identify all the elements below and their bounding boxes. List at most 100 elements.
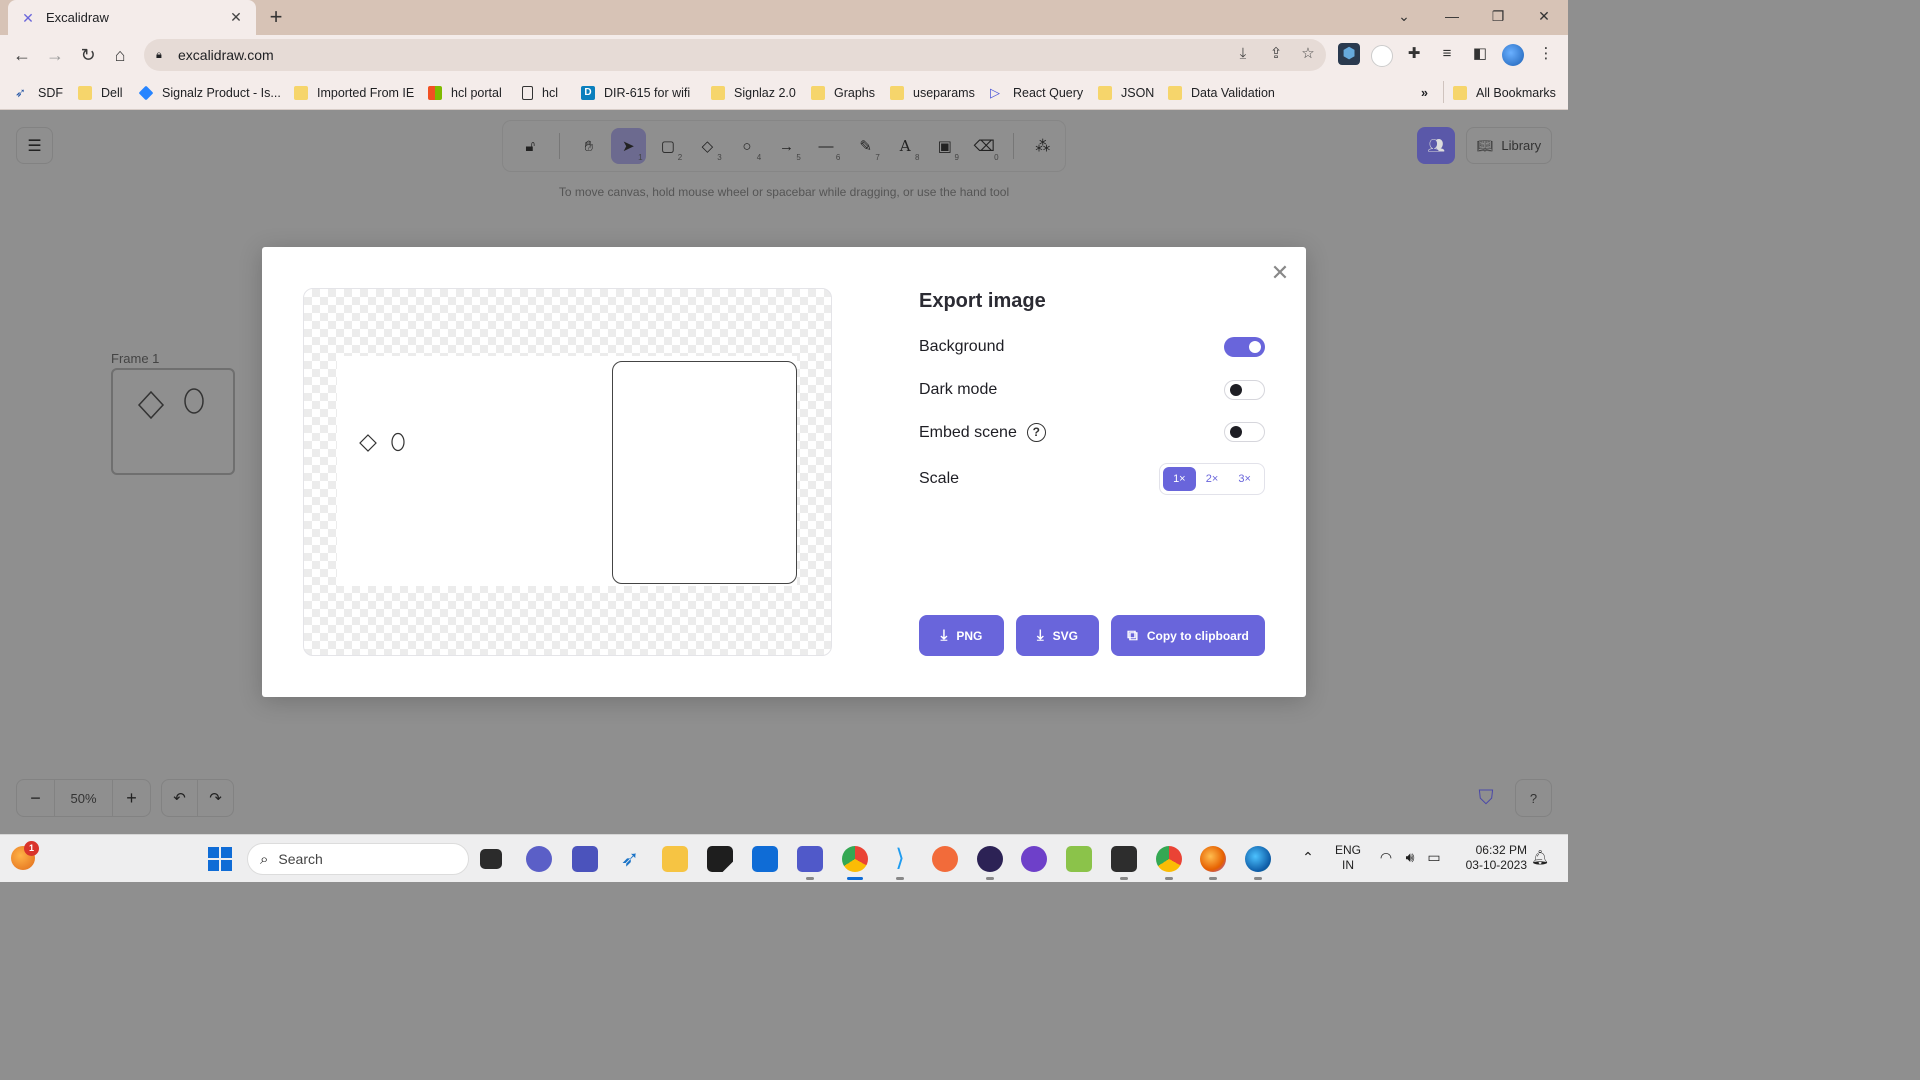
- profile-avatar[interactable]: [1502, 44, 1524, 66]
- tool-diamond[interactable]: ◇ 3: [690, 128, 725, 164]
- task-view-icon[interactable]: [480, 849, 502, 869]
- reload-button[interactable]: ↻: [77, 44, 99, 66]
- extensions-puzzle-icon[interactable]: ✚: [1403, 43, 1425, 65]
- bookmarks-overflow-button[interactable]: »: [1421, 84, 1428, 102]
- install-app-icon[interactable]: ⤓: [1232, 43, 1254, 65]
- embed-scene-toggle[interactable]: [1224, 422, 1265, 442]
- tool-selection[interactable]: ➤ 1: [611, 128, 646, 164]
- vscode-icon[interactable]: ⟩: [887, 846, 913, 880]
- background-toggle[interactable]: [1224, 337, 1265, 357]
- teams-icon[interactable]: [797, 846, 823, 880]
- clock[interactable]: 06:32 PM 03-10-2023: [1455, 843, 1527, 873]
- bookmark-imported-from-ie[interactable]: Imported From IE: [294, 84, 414, 102]
- volume-icon[interactable]: 🔊︎: [1401, 849, 1419, 866]
- show-hidden-icons-icon[interactable]: ⌃: [1299, 849, 1317, 866]
- back-button[interactable]: ←: [11, 44, 33, 66]
- bookmark-graphs[interactable]: Graphs: [811, 84, 875, 102]
- tool-rectangle[interactable]: ▢ 2: [651, 128, 686, 164]
- copy-to-clipboard-button[interactable]: ⧉ Copy to clipboard: [1111, 615, 1265, 656]
- export-svg-button[interactable]: ⤓ SVG: [1016, 615, 1099, 656]
- scale-1x-button[interactable]: 1×: [1163, 467, 1196, 491]
- minimize-button[interactable]: —: [1429, 0, 1475, 32]
- shield-icon[interactable]: ⛉: [1474, 786, 1498, 810]
- reading-list-icon[interactable]: ≡: [1436, 43, 1458, 65]
- collaborate-button[interactable]: 👥︎: [1417, 127, 1455, 164]
- help-button[interactable]: ?: [1515, 779, 1552, 817]
- wifi-icon[interactable]: ◠: [1377, 849, 1395, 866]
- paint-icon[interactable]: [1066, 846, 1092, 872]
- export-png-button[interactable]: ⤓ PNG: [919, 615, 1004, 656]
- address-bar[interactable]: 🔒︎ excalidraw.com: [144, 39, 1326, 71]
- chrome-icon[interactable]: [842, 846, 868, 880]
- close-tab-icon[interactable]: ✕: [228, 9, 244, 26]
- restore-button[interactable]: ❐: [1475, 0, 1521, 32]
- new-tab-button[interactable]: +: [266, 6, 286, 28]
- sticky-notes-icon[interactable]: [707, 846, 733, 872]
- tab-search-icon[interactable]: ⌄: [1381, 0, 1427, 32]
- frame-label[interactable]: Frame 1: [111, 351, 159, 366]
- bird-app-icon[interactable]: ➶: [617, 846, 643, 872]
- file-explorer-icon[interactable]: [662, 846, 688, 872]
- bookmark-hcl-portal[interactable]: hcl portal: [428, 84, 502, 102]
- frame-element[interactable]: [111, 368, 235, 475]
- tool-arrow[interactable]: → 5: [769, 128, 804, 164]
- zoom-in-button[interactable]: +: [113, 780, 150, 816]
- zoom-out-button[interactable]: −: [17, 780, 54, 816]
- tool-image[interactable]: ▣ 9: [927, 128, 962, 164]
- teams-new-icon[interactable]: [572, 846, 598, 872]
- tool-text[interactable]: A8: [888, 128, 923, 164]
- dark-mode-toggle[interactable]: [1224, 380, 1265, 400]
- bookmark-signlaz-2[interactable]: Signlaz 2.0: [711, 84, 796, 102]
- home-button[interactable]: ⌂: [109, 44, 131, 66]
- tool-hand[interactable]: ✋︎: [572, 128, 607, 164]
- extension-icon[interactable]: ⬢: [1338, 43, 1360, 65]
- tool-ellipse[interactable]: ○ 4: [730, 128, 765, 164]
- question-icon[interactable]: ?: [1026, 423, 1046, 442]
- bookmark-dell[interactable]: Dell: [78, 84, 123, 102]
- undo-button[interactable]: ↶: [162, 780, 198, 816]
- side-panel-icon[interactable]: ◧: [1469, 43, 1491, 65]
- eclipse-icon[interactable]: [977, 846, 1003, 880]
- tool-line[interactable]: —6: [809, 128, 844, 164]
- extension-white-circle-icon[interactable]: [1371, 45, 1393, 67]
- close-dialog-button[interactable]: ✕: [1269, 262, 1291, 284]
- bookmark-react-query[interactable]: ▷ React Query: [990, 84, 1083, 102]
- bookmark-all-bookmarks[interactable]: All Bookmarks: [1453, 84, 1556, 102]
- start-button[interactable]: [208, 847, 232, 871]
- redo-button[interactable]: ↷: [198, 780, 233, 816]
- github-desktop-icon[interactable]: [1021, 846, 1047, 872]
- tool-more-shapes[interactable]: ⁂: [1025, 128, 1060, 164]
- browser-tab[interactable]: ✕ Excalidraw ✕: [8, 0, 256, 35]
- bookmark-useparams[interactable]: useparams: [890, 84, 975, 102]
- close-window-button[interactable]: ✕: [1521, 0, 1567, 32]
- postman-icon[interactable]: [932, 846, 958, 872]
- lock-icon[interactable]: 🔒︎: [156, 49, 168, 61]
- bookmark-signalz-product[interactable]: Signalz Product - Is...: [138, 84, 281, 102]
- bookmark-sdf[interactable]: ➶ SDF: [15, 84, 63, 102]
- edge-icon[interactable]: [1245, 846, 1271, 880]
- share-icon[interactable]: ⇪: [1265, 43, 1287, 65]
- notification-bell-icon[interactable]: 🔔︎: [1531, 849, 1549, 866]
- bookmark-dir-615[interactable]: D DIR-615 for wifi: [581, 84, 690, 102]
- bookmark-data-validation[interactable]: Data Validation: [1168, 84, 1275, 102]
- battery-icon[interactable]: ▭: [1425, 849, 1443, 866]
- zoom-reset-button[interactable]: 50%: [54, 780, 113, 816]
- firefox-icon[interactable]: [1200, 846, 1226, 880]
- terminal-icon[interactable]: [1111, 846, 1137, 880]
- language-indicator[interactable]: ENG IN: [1333, 843, 1363, 873]
- main-menu-button[interactable]: ☰: [16, 127, 53, 164]
- chrome-profile-icon[interactable]: [1156, 846, 1182, 880]
- forward-button[interactable]: →: [44, 44, 66, 66]
- chat-icon[interactable]: [526, 846, 552, 872]
- taskbar-search[interactable]: ⌕ Search: [247, 843, 469, 875]
- tool-eraser[interactable]: ⌫ 0: [967, 128, 1002, 164]
- bookmark-star-icon[interactable]: ☆: [1297, 43, 1319, 65]
- bookmark-hcl[interactable]: hcl: [522, 84, 558, 102]
- outlook-new-icon[interactable]: [752, 846, 778, 872]
- bookmark-json[interactable]: JSON: [1098, 84, 1154, 102]
- more-menu-icon[interactable]: ⋮: [1535, 43, 1557, 65]
- scale-2x-button[interactable]: 2×: [1196, 467, 1229, 491]
- scale-3x-button[interactable]: 3×: [1228, 467, 1261, 491]
- tool-lock[interactable]: 🔓︎: [513, 128, 548, 164]
- tool-draw[interactable]: ✎ 7: [848, 128, 883, 164]
